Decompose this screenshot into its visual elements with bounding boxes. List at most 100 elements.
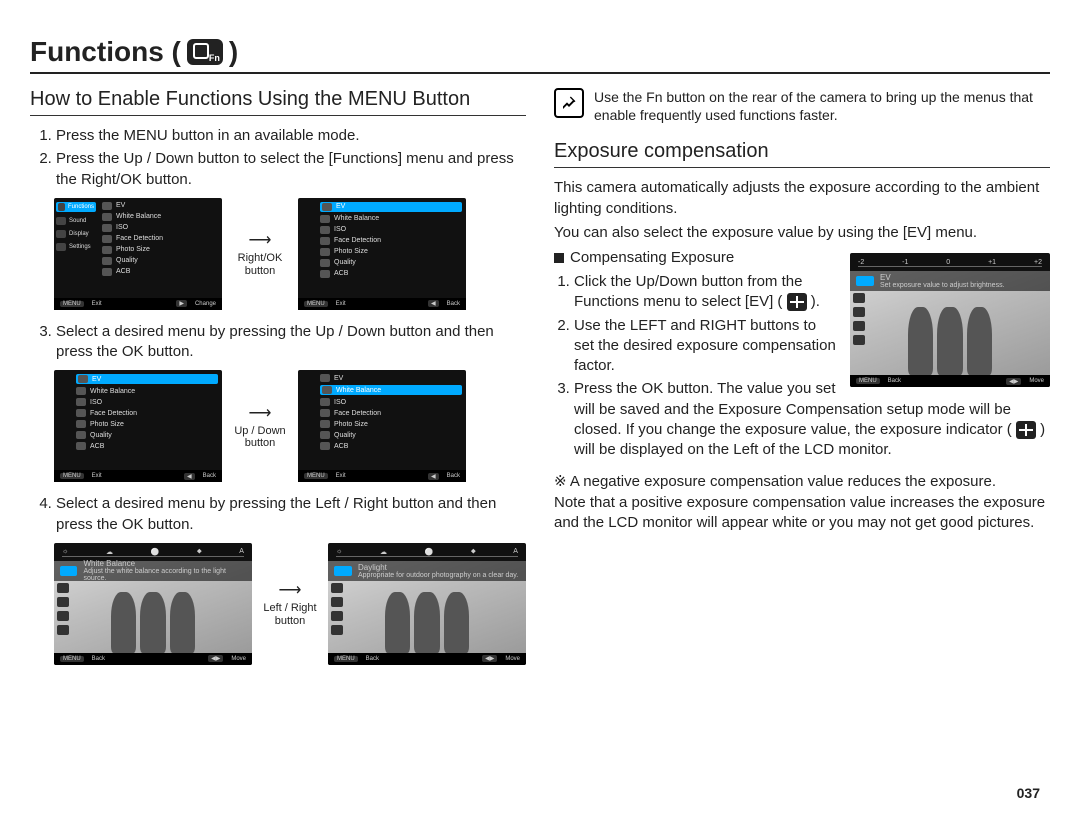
info-note: Use the Fn button on the rear of the cam… (554, 88, 1050, 124)
move-lbl: Move (1029, 378, 1044, 384)
lbl: Quality (90, 432, 112, 439)
move-chip: ◀▶ (1006, 378, 1021, 385)
lbl: Face Detection (334, 410, 381, 417)
lcd-updown-a: EV White Balance ISO Face Detection Phot… (54, 370, 222, 482)
back-lbl: Back (366, 656, 379, 662)
step-3-list: Select a desired menu by pressing the Up… (30, 322, 526, 363)
footnote: ※ A negative exposure compensation value… (554, 472, 1050, 533)
iso-icon (320, 398, 330, 406)
side-icons (853, 293, 867, 373)
lcd-footerbar: MENUBack ◀▶Move (328, 653, 526, 665)
left-column: How to Enable Functions Using the MENU B… (30, 88, 526, 677)
lbl: Set exposure value to adjust brightness. (880, 282, 1005, 289)
size-icon (102, 246, 112, 254)
lbl: EV (116, 202, 125, 209)
lbl: Up / Down (234, 425, 285, 437)
wb-icon (60, 566, 77, 576)
ev-icon (856, 276, 874, 286)
square-bullet-icon (554, 253, 564, 263)
two-column-layout: How to Enable Functions Using the MENU B… (30, 88, 1050, 677)
ev-scale: -2 -1 0 +1 +2 (858, 256, 1042, 268)
exit-lbl: Exit (336, 301, 346, 307)
lbl: button (275, 615, 306, 627)
note-icon (554, 88, 584, 118)
face-icon (320, 237, 330, 245)
lbl: ISO (116, 224, 128, 231)
ev-plusminus-icon (787, 293, 807, 311)
side-icons (331, 583, 345, 651)
lbl: Adjust the white balance according to th… (83, 568, 246, 582)
exit-lbl: Exit (336, 473, 346, 479)
face-icon (102, 235, 112, 243)
menu-chip: MENU (60, 656, 84, 662)
tick: -1 (902, 259, 908, 266)
step-1: Press the MENU button in an available mo… (56, 126, 526, 146)
wb-icon (322, 386, 332, 394)
lbl: Settings (69, 244, 91, 250)
gear-icon (56, 243, 66, 251)
lbl: Face Detection (90, 410, 137, 417)
quality-icon (320, 431, 330, 439)
lcd-list-col: EV White Balance ISO Face Detection Phot… (320, 202, 462, 296)
lcd-ev-preview: -2 -1 0 +1 +2 EVSet exposure value to ad… (850, 253, 1050, 387)
back-chip: ◀ (184, 473, 195, 480)
wb-icon (76, 387, 86, 395)
arrow-block-3: ⟶ Left / Right button (260, 580, 320, 627)
page-title-row: Functions ( ) (30, 36, 1050, 74)
lbl: Face Detection (116, 235, 163, 242)
lbl: Left / Right (263, 602, 316, 614)
txt: A negative exposure compensation value r… (570, 473, 996, 490)
side-icons (57, 583, 71, 651)
ev-icon (320, 374, 330, 382)
lbl: button (245, 437, 276, 449)
lcd-footerbar: MENUBack ◀▶Move (850, 375, 1050, 387)
left-heading: How to Enable Functions Using the MENU B… (30, 88, 526, 116)
lbl: Functions (68, 204, 94, 210)
acb-icon (320, 270, 330, 278)
right-arrow-icon: ⟶ (249, 403, 272, 423)
ev-icon (78, 375, 88, 383)
lcd-updown-b: EV White Balance ISO Face Detection Phot… (298, 370, 466, 482)
right-arrow-icon: ⟶ (249, 230, 272, 250)
lbl: ACB (334, 270, 348, 277)
lbl: button (245, 265, 276, 277)
wb-strip: White BalanceAdjust the white balance ac… (54, 561, 252, 581)
reference-mark-icon: ※ (554, 474, 567, 490)
txt: Note that a positive exposure compensati… (554, 494, 1045, 531)
txt: Press the OK button. The value you set w… (574, 380, 1012, 438)
lbl: White Balance (116, 213, 161, 220)
lcd-footerbar: MENUExit ◀Back (298, 470, 466, 482)
note-text: Use the Fn button on the rear of the cam… (594, 88, 1050, 124)
comp-step-3: Press the OK button. The value you set w… (574, 379, 1050, 460)
menu-chip: MENU (334, 656, 358, 662)
page-number: 037 (1017, 785, 1040, 801)
screens-row-3: ☼☁⚪⬥A White BalanceAdjust the white bala… (54, 543, 526, 665)
lbl: EV (336, 203, 345, 210)
lcd-root-left: Functions Sound Display Settings (56, 202, 96, 296)
wb-icon (320, 215, 330, 223)
lbl: White Balance (90, 388, 135, 395)
size-icon (320, 420, 330, 428)
lcd-footerbar: MENUExit ▶Change (54, 298, 222, 310)
lbl: EV (880, 273, 1005, 282)
exit-lbl: Exit (92, 301, 102, 307)
change-lbl: Change (195, 301, 216, 307)
iso-icon (320, 226, 330, 234)
tick: -2 (858, 259, 864, 266)
menu-chip: MENU (60, 473, 84, 479)
quality-icon (76, 431, 86, 439)
lbl: EV (92, 376, 101, 383)
quality-icon (320, 259, 330, 267)
iso-icon (102, 224, 112, 232)
size-icon (76, 420, 86, 428)
lbl: Photo Size (334, 248, 368, 255)
lbl: ACB (116, 268, 130, 275)
acb-icon (76, 442, 86, 450)
screens-row-1: Functions Sound Display Settings EV Whit… (54, 198, 526, 310)
lbl: ISO (334, 226, 346, 233)
fn-icon (187, 39, 223, 65)
arrow3-label: Left / Right button (260, 602, 320, 627)
face-icon (76, 409, 86, 417)
lcd-wb-b: ☼☁⚪⬥A DaylightAppropriate for outdoor ph… (328, 543, 526, 665)
steps-1-2: Press the MENU button in an available mo… (30, 126, 526, 190)
